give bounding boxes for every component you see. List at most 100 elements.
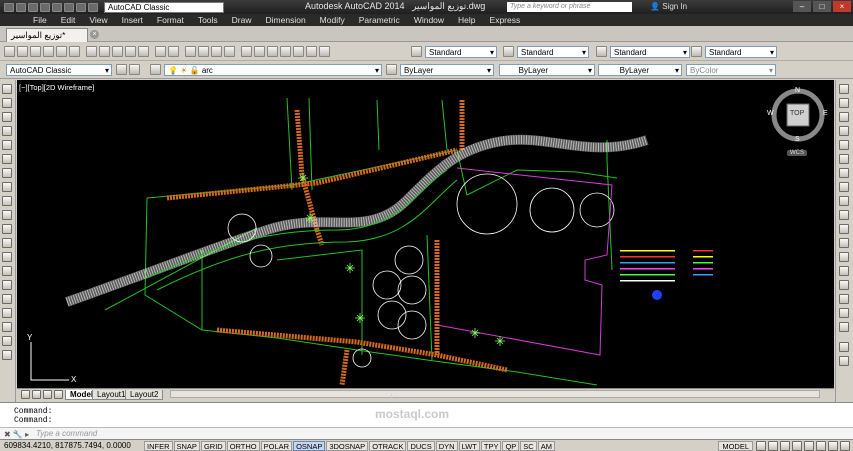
open-icon[interactable] — [28, 2, 38, 12]
redo-tool-icon[interactable] — [168, 46, 179, 57]
erase-icon[interactable] — [839, 84, 849, 94]
close-button[interactable]: × — [833, 1, 851, 12]
join-icon[interactable] — [839, 266, 849, 276]
fillet-icon[interactable] — [839, 294, 849, 304]
make-block-icon[interactable] — [2, 252, 12, 262]
region-icon[interactable] — [2, 308, 12, 318]
construction-line-icon[interactable] — [2, 98, 12, 108]
viewcube-top[interactable]: TOP — [790, 110, 804, 117]
plot-icon[interactable] — [64, 2, 74, 12]
arc-icon[interactable] — [2, 154, 12, 164]
point-icon[interactable] — [2, 266, 12, 276]
clean-screen-icon[interactable] — [840, 440, 850, 451]
quick-view-layouts-icon[interactable] — [756, 440, 766, 451]
menu-help[interactable]: Help — [458, 15, 475, 25]
spline-icon[interactable] — [2, 196, 12, 206]
qnew-icon[interactable] — [4, 46, 15, 57]
save-as-icon[interactable] — [52, 2, 62, 12]
extend-icon[interactable] — [839, 224, 849, 234]
linetype-select[interactable]: ByLayer — [499, 64, 595, 76]
toggle-osnap[interactable]: OSNAP — [293, 440, 326, 451]
zoom-previous-icon[interactable] — [224, 46, 235, 57]
hardware-acceleration-icon[interactable] — [816, 440, 826, 451]
menu-modify[interactable]: Modify — [320, 15, 345, 25]
menu-view[interactable]: View — [89, 15, 107, 25]
save-icon[interactable] — [40, 2, 50, 12]
gradient-icon[interactable] — [2, 294, 12, 304]
menu-file[interactable]: File — [33, 15, 47, 25]
mirror-icon[interactable] — [839, 112, 849, 122]
viewcube[interactable]: TOP N S W E WCS — [767, 87, 828, 160]
explode-icon[interactable] — [839, 322, 849, 332]
tool-palettes-icon[interactable] — [267, 46, 278, 57]
chamfer-icon[interactable] — [839, 280, 849, 290]
help-search-input[interactable]: Type a keyword or phrase — [507, 2, 632, 12]
cursor-coordinates[interactable]: 609834.4210, 817875.7494, 0.0000 — [0, 441, 144, 450]
menu-draw[interactable]: Draw — [232, 15, 252, 25]
plotstyle-select[interactable]: ByColor — [686, 64, 776, 76]
layer-properties-icon[interactable] — [150, 64, 161, 75]
workspace-settings-icon[interactable] — [116, 64, 127, 75]
viewcube-east[interactable]: E — [823, 110, 828, 117]
new-icon[interactable] — [16, 2, 26, 12]
toggle-lwt[interactable]: LWT — [458, 440, 480, 451]
wcs-menu[interactable]: WCS — [787, 150, 807, 156]
copy-object-icon[interactable] — [839, 98, 849, 108]
app-menu-icon[interactable] — [4, 2, 14, 12]
zoom-realtime-icon[interactable] — [198, 46, 209, 57]
scale-icon[interactable] — [839, 182, 849, 192]
move-icon[interactable] — [839, 154, 849, 164]
toggle-snap[interactable]: SNAP — [173, 440, 200, 451]
publish-icon[interactable] — [69, 46, 80, 57]
text-style-select[interactable]: Standard — [425, 46, 497, 58]
minimize-button[interactable]: – — [793, 1, 811, 12]
maximize-button[interactable]: □ — [813, 1, 831, 12]
color-select[interactable]: ByLayer — [400, 64, 494, 76]
quick-view-drawings-icon[interactable] — [768, 440, 778, 451]
table-icon[interactable] — [2, 322, 12, 332]
make-current-layer-icon[interactable] — [386, 64, 397, 75]
table-style-icon[interactable] — [596, 46, 607, 57]
copy-icon[interactable] — [99, 46, 110, 57]
calculator-icon[interactable] — [306, 46, 317, 57]
properties-icon[interactable] — [241, 46, 252, 57]
offset-icon[interactable] — [839, 126, 849, 136]
toggle-3dosnap[interactable]: 3DOSNAP — [326, 440, 369, 451]
toggle-ducs[interactable]: DUCS — [407, 440, 435, 451]
horizontal-scrollbar[interactable] — [170, 390, 820, 398]
pan-icon[interactable] — [185, 46, 196, 57]
menu-dimension[interactable]: Dimension — [266, 15, 306, 25]
help-icon[interactable] — [319, 46, 330, 57]
viewcube-north[interactable]: N — [795, 87, 800, 94]
prev-tab-icon[interactable] — [32, 390, 41, 399]
toggle-sc[interactable]: SC — [520, 440, 537, 451]
redo-icon[interactable] — [88, 2, 98, 12]
undo-tool-icon[interactable] — [155, 46, 166, 57]
sign-in-link[interactable]: 👤 Sign In — [650, 2, 687, 11]
undo-icon[interactable] — [76, 2, 86, 12]
insert-block-icon[interactable] — [2, 238, 12, 248]
break-at-point-icon[interactable] — [839, 238, 849, 248]
workspace-dropdown[interactable]: AutoCAD Classic — [6, 64, 112, 76]
menu-format[interactable]: Format — [157, 15, 184, 25]
trim-icon[interactable] — [839, 210, 849, 220]
revision-cloud-icon[interactable] — [2, 182, 12, 192]
open-file-icon[interactable] — [17, 46, 28, 57]
multileader-style-icon[interactable] — [691, 46, 702, 57]
zoom-window-icon[interactable] — [211, 46, 222, 57]
break-icon[interactable] — [839, 252, 849, 262]
ellipse-arc-icon[interactable] — [2, 224, 12, 234]
viewcube-south[interactable]: S — [795, 136, 800, 143]
toggle-polar[interactable]: POLAR — [260, 440, 293, 451]
block-editor-icon[interactable] — [138, 46, 149, 57]
menu-parametric[interactable]: Parametric — [359, 15, 400, 25]
toggle-grid[interactable]: GRID — [200, 440, 226, 451]
menu-tools[interactable]: Tools — [198, 15, 218, 25]
first-tab-icon[interactable] — [21, 390, 30, 399]
toggle-qp[interactable]: QP — [502, 440, 520, 451]
my-workspace-icon[interactable] — [129, 64, 140, 75]
save-file-icon[interactable] — [30, 46, 41, 57]
isolate-objects-icon[interactable] — [828, 440, 838, 451]
command-customize-icon[interactable]: ✖ 🔧 ▸ — [4, 429, 30, 439]
match-properties-icon[interactable] — [125, 46, 136, 57]
